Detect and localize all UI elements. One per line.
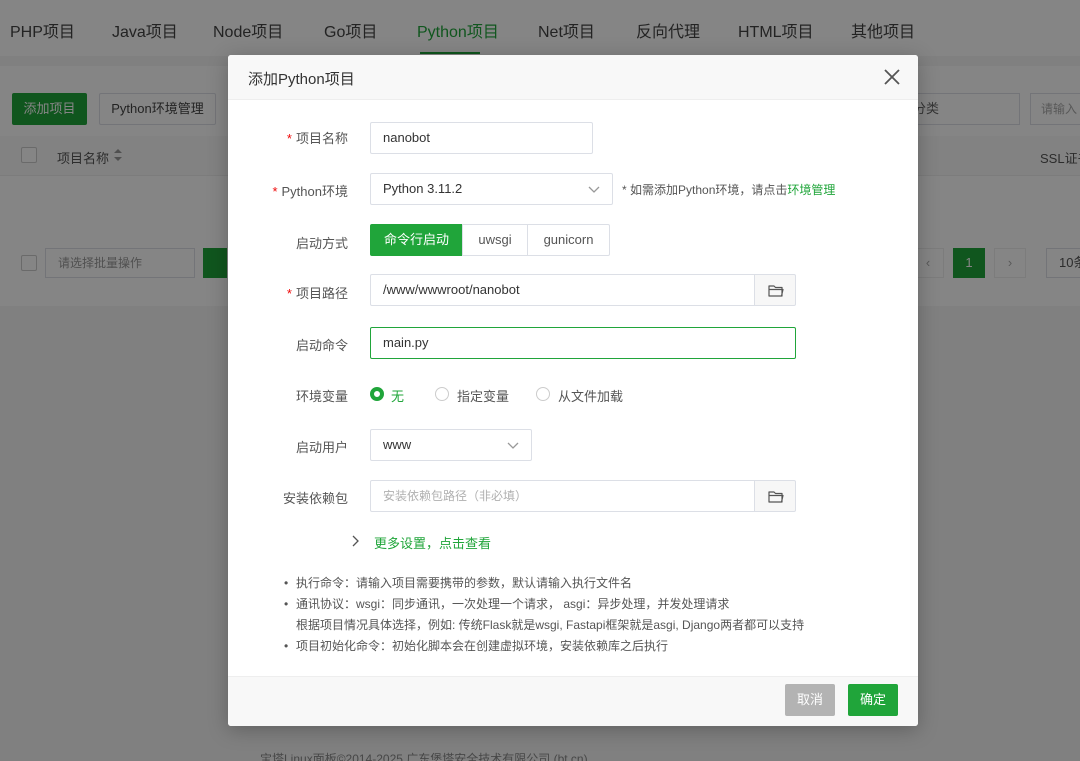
- env-vars-none-label[interactable]: 无: [391, 386, 404, 405]
- more-settings-link[interactable]: 更多设置，点击查看: [374, 533, 491, 552]
- project-path-label: * 项目路径: [286, 286, 348, 301]
- note-exec-command: 执行命令：请输入项目需要携带的参数，默认请输入执行文件名: [284, 573, 804, 594]
- env-vars-file-radio[interactable]: [536, 387, 550, 401]
- env-vars-label: 环境变量: [295, 389, 348, 404]
- env-vars-specify-label[interactable]: 指定变量: [457, 386, 509, 405]
- env-vars-specify-radio[interactable]: [435, 387, 449, 401]
- add-python-project-dialog: 添加Python项目 * 项目名称 nanobot * Python环境 Pytho…: [228, 55, 918, 726]
- chevron-down-icon: [507, 442, 519, 449]
- python-env-select[interactable]: Python 3.11.2: [370, 173, 613, 205]
- chevron-right-icon[interactable]: [352, 535, 360, 547]
- start-command-input[interactable]: main.py: [370, 327, 796, 359]
- deps-label: 安装依赖包: [282, 491, 348, 506]
- env-vars-none-radio[interactable]: [370, 387, 384, 401]
- project-path-input[interactable]: /www/wwwroot/nanobot: [370, 274, 756, 306]
- python-env-value: Python 3.11.2: [383, 181, 463, 196]
- start-command-label: 启动命令: [295, 338, 348, 353]
- project-path-browse-button[interactable]: [754, 274, 796, 306]
- cancel-button[interactable]: 取消: [785, 684, 835, 716]
- start-mode-gunicorn[interactable]: gunicorn: [527, 224, 610, 256]
- start-mode-label: 启动方式: [295, 236, 348, 251]
- close-icon[interactable]: [882, 67, 902, 87]
- note-protocol-example: 根据项目情况具体选择，例如: 传统Flask就是wsgi, Fastapi框架就…: [296, 618, 805, 632]
- start-mode-uwsgi[interactable]: uwsgi: [462, 224, 528, 256]
- dialog-title: 添加Python项目: [248, 71, 355, 88]
- help-notes: 执行命令：请输入项目需要携带的参数，默认请输入执行文件名 通讯协议：wsgi：同…: [284, 573, 804, 657]
- project-name-input[interactable]: nanobot: [370, 122, 593, 154]
- start-user-value: www: [383, 437, 412, 452]
- python-env-hint: * 如需添加Python环境，请点击环境管理: [622, 183, 836, 197]
- deps-path-browse-button[interactable]: [754, 480, 796, 512]
- note-init-command: 项目初始化命令：初始化脚本会在创建虚拟环境，安装依赖库之后执行: [284, 636, 804, 657]
- deps-path-input[interactable]: 安装依赖包路径（非必填）: [370, 480, 756, 512]
- note-protocol: 通讯协议：wsgi：同步通讯，一次处理一个请求， asgi：异步处理，并发处理请…: [284, 594, 804, 615]
- chevron-down-icon: [588, 186, 600, 193]
- project-name-label: * 项目名称: [286, 131, 348, 146]
- env-manage-link[interactable]: 环境管理: [787, 183, 835, 197]
- start-user-label: 启动用户: [295, 440, 348, 455]
- start-mode-cli[interactable]: 命令行启动: [370, 224, 463, 256]
- confirm-button[interactable]: 确定: [848, 684, 898, 716]
- python-env-label: * Python环境: [272, 184, 348, 199]
- env-vars-file-label[interactable]: 从文件加载: [558, 386, 623, 405]
- folder-icon: [768, 491, 784, 503]
- folder-icon: [768, 285, 784, 297]
- dialog-header: 添加Python项目: [228, 55, 918, 100]
